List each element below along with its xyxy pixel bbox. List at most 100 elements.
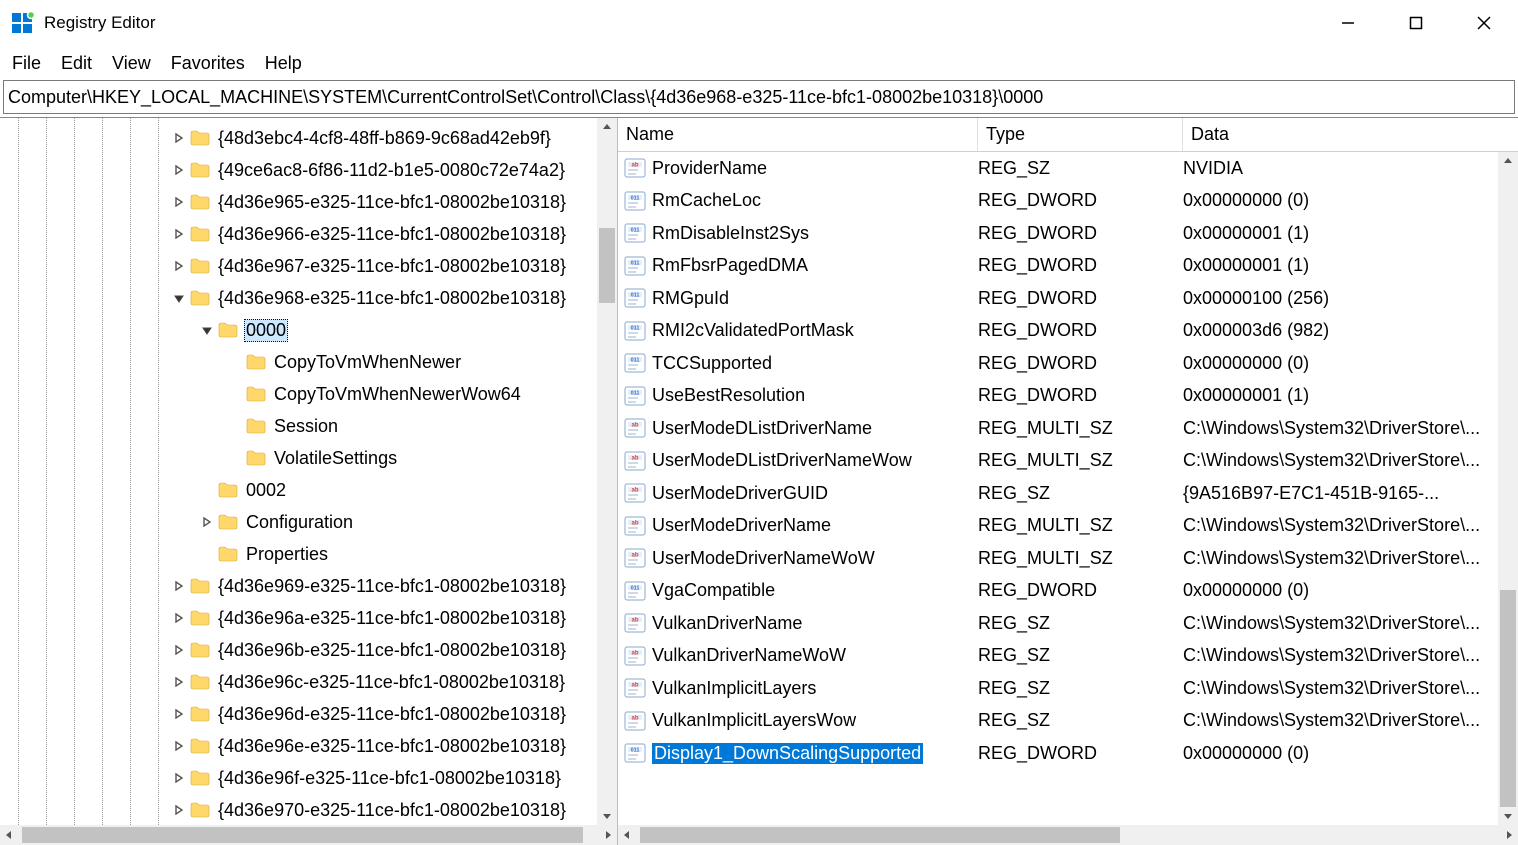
value-row[interactable]: 011RMI2cValidatedPortMaskREG_DWORD0x0000…: [618, 315, 1518, 348]
value-row[interactable]: 011UseBestResolutionREG_DWORD0x00000001 …: [618, 380, 1518, 413]
folder-icon: [190, 162, 210, 178]
chevron-right-icon[interactable]: [170, 645, 188, 655]
folder-icon: [190, 130, 210, 146]
tree-row[interactable]: CopyToVmWhenNewerWow64: [0, 378, 617, 410]
scroll-right-arrow-icon[interactable]: [599, 825, 617, 845]
tree-row[interactable]: {48d3ebc4-4cf8-48ff-b869-9c68ad42eb9f}: [0, 122, 617, 154]
address-bar[interactable]: Computer\HKEY_LOCAL_MACHINE\SYSTEM\Curre…: [3, 80, 1515, 114]
minimize-button[interactable]: [1314, 0, 1382, 46]
value-row[interactable]: abVulkanImplicitLayersWowREG_SZC:\Window…: [618, 705, 1518, 738]
scrollbar-thumb[interactable]: [599, 228, 615, 303]
tree-row[interactable]: CopyToVmWhenNewer: [0, 346, 617, 378]
chevron-down-icon[interactable]: [170, 293, 188, 303]
value-row[interactable]: abUserModeDriverNameWoWREG_MULTI_SZC:\Wi…: [618, 542, 1518, 575]
tree-item-label: 0002: [244, 480, 288, 501]
tree-scroll-area: {48d3ebc4-4cf8-48ff-b869-9c68ad42eb9f}{4…: [0, 118, 617, 825]
chevron-right-icon[interactable]: [170, 773, 188, 783]
reg-string-icon: ab: [622, 417, 648, 439]
value-row[interactable]: 011VgaCompatibleREG_DWORD0x00000000 (0): [618, 575, 1518, 608]
chevron-down-icon[interactable]: [198, 325, 216, 335]
values-vertical-scrollbar[interactable]: [1498, 152, 1518, 825]
chevron-right-icon[interactable]: [198, 517, 216, 527]
chevron-right-icon[interactable]: [170, 229, 188, 239]
address-text: Computer\HKEY_LOCAL_MACHINE\SYSTEM\Curre…: [8, 87, 1043, 108]
chevron-right-icon[interactable]: [170, 133, 188, 143]
tree-row[interactable]: {4d36e967-e325-11ce-bfc1-08002be10318}: [0, 250, 617, 282]
tree-row[interactable]: Configuration: [0, 506, 617, 538]
folder-icon: [218, 322, 238, 338]
tree-row[interactable]: {4d36e96d-e325-11ce-bfc1-08002be10318}: [0, 698, 617, 730]
value-row[interactable]: 011RmDisableInst2SysREG_DWORD0x00000001 …: [618, 217, 1518, 250]
value-row[interactable]: 011RMGpuIdREG_DWORD0x00000100 (256): [618, 282, 1518, 315]
tree-row[interactable]: 0002: [0, 474, 617, 506]
tree-row[interactable]: {4d36e968-e325-11ce-bfc1-08002be10318}: [0, 282, 617, 314]
value-row[interactable]: abVulkanDriverNameWoWREG_SZC:\Windows\Sy…: [618, 640, 1518, 673]
folder-icon: [218, 546, 238, 562]
tree-vertical-scrollbar[interactable]: [597, 118, 617, 825]
chevron-right-icon[interactable]: [170, 741, 188, 751]
chevron-right-icon[interactable]: [170, 261, 188, 271]
value-row[interactable]: abUserModeDriverGUIDREG_SZ{9A516B97-E7C1…: [618, 477, 1518, 510]
chevron-right-icon[interactable]: [170, 197, 188, 207]
values-horizontal-scrollbar[interactable]: [618, 825, 1518, 845]
chevron-right-icon[interactable]: [170, 805, 188, 815]
scroll-left-arrow-icon[interactable]: [0, 825, 18, 845]
menu-item-edit[interactable]: Edit: [57, 51, 96, 76]
reg-binary-icon: 011: [622, 320, 648, 342]
value-row[interactable]: abUserModeDriverNameREG_MULTI_SZC:\Windo…: [618, 510, 1518, 543]
scroll-left-arrow-icon[interactable]: [618, 825, 636, 845]
value-row[interactable]: 011Display1_DownScalingSupportedREG_DWOR…: [618, 737, 1518, 770]
chevron-right-icon[interactable]: [170, 709, 188, 719]
close-button[interactable]: [1450, 0, 1518, 46]
folder-icon: [190, 738, 210, 754]
tree-row[interactable]: {4d36e96c-e325-11ce-bfc1-08002be10318}: [0, 666, 617, 698]
chevron-right-icon[interactable]: [170, 581, 188, 591]
value-row[interactable]: 011RmFbsrPagedDMAREG_DWORD0x00000001 (1): [618, 250, 1518, 283]
folder-icon: [218, 514, 238, 530]
value-row[interactable]: 011TCCSupportedREG_DWORD0x00000000 (0): [618, 347, 1518, 380]
scroll-down-arrow-icon[interactable]: [597, 807, 617, 825]
tree-row[interactable]: {4d36e969-e325-11ce-bfc1-08002be10318}: [0, 570, 617, 602]
chevron-right-icon[interactable]: [170, 613, 188, 623]
scroll-right-arrow-icon[interactable]: [1500, 825, 1518, 845]
tree-row[interactable]: {4d36e96f-e325-11ce-bfc1-08002be10318}: [0, 762, 617, 794]
tree-row[interactable]: Session: [0, 410, 617, 442]
reg-string-icon: ab: [622, 677, 648, 699]
tree-row[interactable]: {4d36e966-e325-11ce-bfc1-08002be10318}: [0, 218, 617, 250]
window-controls: [1314, 0, 1518, 46]
scrollbar-thumb[interactable]: [22, 827, 583, 843]
menu-item-favorites[interactable]: Favorites: [167, 51, 249, 76]
tree-row[interactable]: {4d36e96b-e325-11ce-bfc1-08002be10318}: [0, 634, 617, 666]
scroll-up-arrow-icon[interactable]: [1498, 152, 1518, 170]
scrollbar-thumb[interactable]: [1500, 590, 1516, 807]
maximize-button[interactable]: [1382, 0, 1450, 46]
value-row[interactable]: abVulkanDriverNameREG_SZC:\Windows\Syste…: [618, 607, 1518, 640]
menu-item-view[interactable]: View: [108, 51, 155, 76]
tree-row[interactable]: Properties: [0, 538, 617, 570]
window-title-bar: Registry Editor: [0, 0, 1518, 46]
column-header-name[interactable]: Name: [618, 118, 978, 151]
value-row[interactable]: abUserModeDListDriverNameREG_MULTI_SZC:\…: [618, 412, 1518, 445]
tree-row[interactable]: {4d36e970-e325-11ce-bfc1-08002be10318}: [0, 794, 617, 825]
tree-row[interactable]: {4d36e96a-e325-11ce-bfc1-08002be10318}: [0, 602, 617, 634]
tree-row[interactable]: VolatileSettings: [0, 442, 617, 474]
tree-row[interactable]: {49ce6ac8-6f86-11d2-b1e5-0080c72e74a2}: [0, 154, 617, 186]
value-row[interactable]: abProviderNameREG_SZNVIDIA: [618, 152, 1518, 185]
chevron-right-icon[interactable]: [170, 165, 188, 175]
tree-row[interactable]: 0000: [0, 314, 617, 346]
scroll-down-arrow-icon[interactable]: [1498, 807, 1518, 825]
tree-row[interactable]: {4d36e965-e325-11ce-bfc1-08002be10318}: [0, 186, 617, 218]
tree-row[interactable]: {4d36e96e-e325-11ce-bfc1-08002be10318}: [0, 730, 617, 762]
menu-item-help[interactable]: Help: [261, 51, 306, 76]
value-row[interactable]: 011RmCacheLocREG_DWORD0x00000000 (0): [618, 185, 1518, 218]
scroll-up-arrow-icon[interactable]: [597, 118, 617, 136]
column-header-type[interactable]: Type: [978, 118, 1183, 151]
column-header-data[interactable]: Data: [1183, 118, 1518, 151]
value-row[interactable]: abVulkanImplicitLayersREG_SZC:\Windows\S…: [618, 672, 1518, 705]
value-row[interactable]: abUserModeDListDriverNameWowREG_MULTI_SZ…: [618, 445, 1518, 478]
scrollbar-thumb[interactable]: [640, 827, 1120, 843]
tree-horizontal-scrollbar[interactable]: [0, 825, 617, 845]
menu-item-file[interactable]: File: [8, 51, 45, 76]
chevron-right-icon[interactable]: [170, 677, 188, 687]
tree-item-label: {4d36e96d-e325-11ce-bfc1-08002be10318}: [216, 704, 568, 725]
